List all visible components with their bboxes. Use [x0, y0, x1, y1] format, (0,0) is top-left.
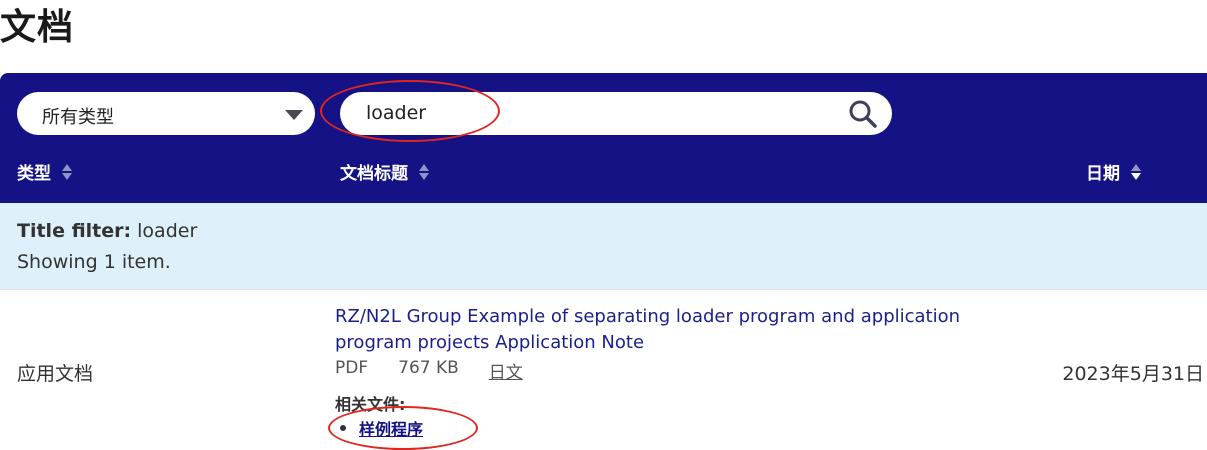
sort-icon — [1131, 163, 1141, 180]
column-header-type[interactable]: 类型 — [17, 159, 73, 184]
column-header-title[interactable]: 文档标题 — [340, 159, 430, 184]
type-select[interactable]: 所有类型 — [17, 92, 315, 135]
page-title: 文档 — [0, 7, 75, 48]
document-format: PDF — [335, 358, 369, 378]
related-files-label: 相关文件: — [335, 395, 406, 414]
document-meta: PDF 767 KB 日文 — [335, 358, 553, 383]
column-header-date-label: 日期 — [1086, 164, 1120, 184]
column-header-title-label: 文档标题 — [340, 164, 408, 184]
japanese-version-link[interactable]: 日文 — [489, 358, 523, 383]
row-date: 2023年5月31日 — [1062, 363, 1204, 385]
search-input[interactable] — [366, 100, 826, 126]
chevron-down-icon — [285, 110, 303, 120]
column-header-type-label: 类型 — [17, 164, 51, 184]
result-count: Showing 1 item. — [17, 251, 171, 273]
sort-icon — [62, 163, 72, 180]
related-file-item: 样例程序 — [340, 416, 423, 440]
bullet — [340, 425, 346, 431]
filter-header: 所有类型 类型 文档标题 日期 — [0, 73, 1207, 203]
document-size: 767 KB — [398, 358, 459, 378]
title-filter-label: Title filter: — [17, 220, 132, 242]
filter-summary: Title filter: loader Showing 1 item. — [0, 203, 1207, 289]
title-filter-line: Title filter: loader — [17, 220, 197, 242]
sort-icon — [419, 163, 429, 180]
row-type: 应用文档 — [17, 363, 94, 385]
type-select-value: 所有类型 — [42, 107, 114, 128]
search-box[interactable] — [340, 92, 892, 135]
document-title-link[interactable]: RZ/N2L Group Example of separating loade… — [335, 304, 1015, 356]
search-icon[interactable] — [848, 99, 878, 129]
row-divider — [0, 289, 1207, 290]
title-filter-value: loader — [137, 220, 198, 242]
related-file-link-sample-program[interactable]: 样例程序 — [359, 416, 423, 440]
column-header-date[interactable]: 日期 — [1086, 159, 1142, 184]
